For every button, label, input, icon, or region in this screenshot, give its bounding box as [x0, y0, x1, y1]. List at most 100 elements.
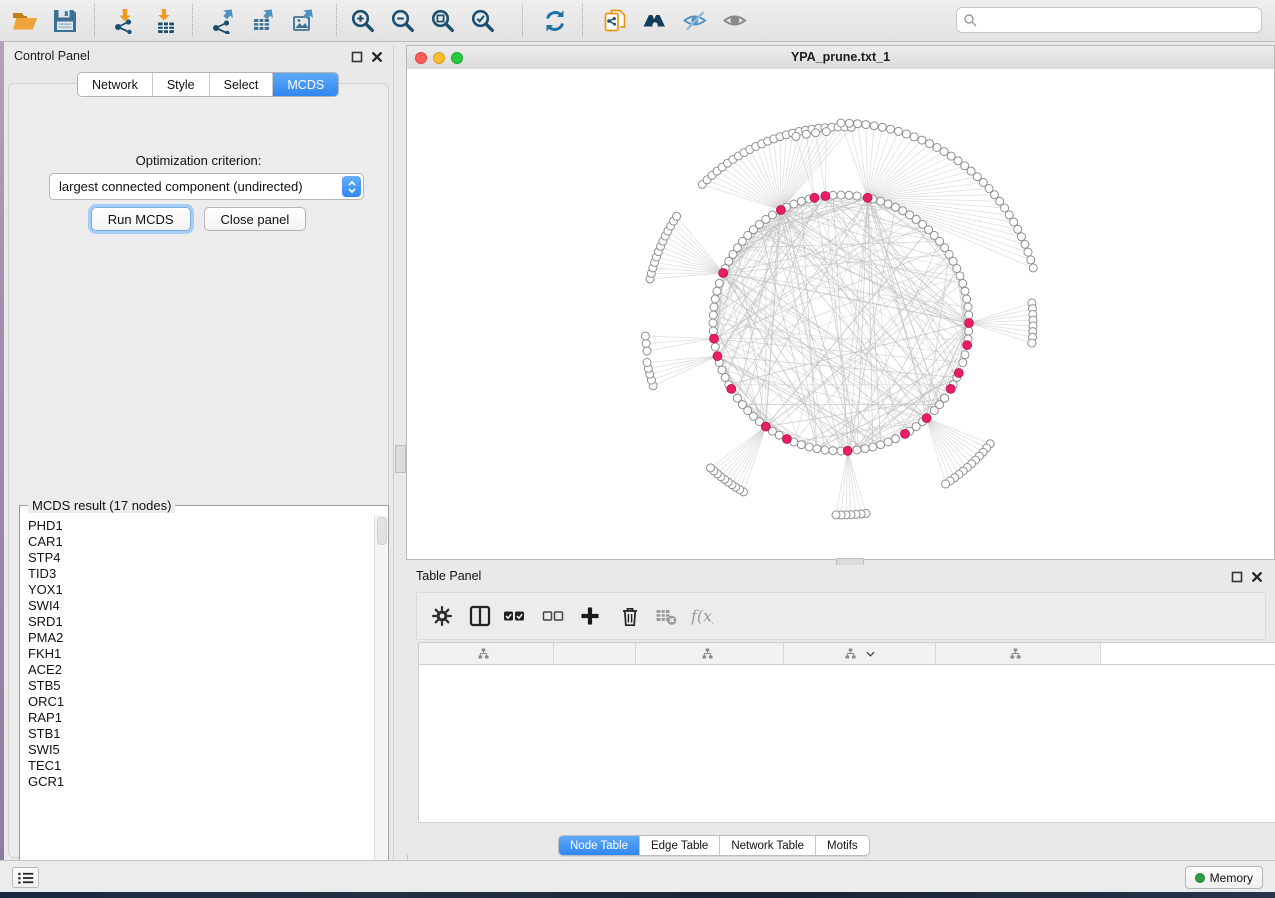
graph-ring-node[interactable]: [877, 441, 885, 449]
save-button[interactable]: [50, 6, 80, 36]
graph-hub-node[interactable]: [777, 206, 786, 215]
graph-ring-node[interactable]: [797, 197, 805, 205]
graph-hub-node[interactable]: [719, 269, 728, 278]
graph-ring-node[interactable]: [877, 197, 885, 205]
graph-leaf-node[interactable]: [918, 136, 926, 144]
network-graph[interactable]: [407, 69, 1274, 559]
add-row-button[interactable]: [579, 604, 605, 628]
mcds-result-item[interactable]: ORC1: [21, 694, 375, 710]
graph-leaf-node[interactable]: [1014, 225, 1022, 233]
mcds-result-item[interactable]: ACE2: [21, 662, 375, 678]
graph-ring-node[interactable]: [845, 191, 853, 199]
graph-leaf-node[interactable]: [862, 121, 870, 129]
mcds-result-item[interactable]: STB5: [21, 678, 375, 694]
graph-ring-node[interactable]: [718, 366, 726, 374]
column-header-name[interactable]: [554, 643, 636, 664]
graph-leaf-node[interactable]: [1017, 233, 1025, 241]
tab-mcds[interactable]: MCDS: [273, 73, 338, 96]
graph-leaf-node[interactable]: [1024, 248, 1032, 256]
table-row[interactable]: [419, 697, 1275, 713]
graph-hub-node[interactable]: [965, 319, 974, 328]
column-header-successor-nodes[interactable]: [784, 643, 936, 664]
tab-edge-table[interactable]: Edge Table: [640, 836, 720, 855]
delete-row-button[interactable]: [619, 604, 645, 628]
mcds-result-list[interactable]: PHD1CAR1STP4TID3YOX1SWI4SRD1PMA2FKH1ACE2…: [21, 515, 375, 876]
table-row[interactable]: [419, 777, 1275, 793]
graph-ring-node[interactable]: [959, 359, 967, 367]
zoom-selected-button[interactable]: [468, 6, 498, 36]
tab-network[interactable]: Network: [78, 73, 153, 96]
binoculars-button[interactable]: [640, 6, 670, 36]
graph-hub-node[interactable]: [810, 193, 819, 202]
graph-ring-node[interactable]: [964, 303, 972, 311]
mcds-result-item[interactable]: STB1: [21, 726, 375, 742]
table-row[interactable]: [419, 809, 1275, 825]
graph-leaf-node[interactable]: [1028, 339, 1036, 347]
mcds-result-item[interactable]: YOX1: [21, 582, 375, 598]
graph-ring-node[interactable]: [884, 438, 892, 446]
graph-leaf-node[interactable]: [643, 359, 651, 367]
graph-ring-node[interactable]: [709, 319, 717, 327]
import-network-button[interactable]: [110, 6, 140, 36]
table-row[interactable]: [419, 729, 1275, 745]
graph-leaf-node[interactable]: [707, 464, 715, 472]
graph-ring-node[interactable]: [892, 435, 900, 443]
tab-style[interactable]: Style: [153, 73, 210, 96]
graph-leaf-node[interactable]: [802, 130, 810, 138]
graph-leaf-node[interactable]: [642, 340, 650, 348]
graph-ring-node[interactable]: [956, 272, 964, 280]
graph-leaf-node[interactable]: [878, 123, 886, 131]
graph-hub-node[interactable]: [761, 422, 770, 431]
mcds-result-item[interactable]: SWI5: [21, 742, 375, 758]
table-options-gear-button[interactable]: [431, 604, 457, 628]
export-image-button[interactable]: [290, 6, 320, 36]
memory-button[interactable]: Memory: [1185, 866, 1263, 889]
graph-leaf-node[interactable]: [845, 119, 853, 127]
graph-hub-node[interactable]: [713, 352, 722, 361]
criterion-dropdown[interactable]: largest connected component (undirected): [49, 173, 364, 200]
graph-leaf-node[interactable]: [832, 511, 840, 519]
mcds-result-item[interactable]: SWI4: [21, 598, 375, 614]
graph-ring-node[interactable]: [963, 295, 971, 303]
network-canvas[interactable]: [407, 69, 1274, 559]
graph-ring-node[interactable]: [821, 446, 829, 454]
graph-ring-node[interactable]: [884, 200, 892, 208]
table-panel-close-button[interactable]: [1251, 570, 1265, 584]
graph-hub-node[interactable]: [821, 192, 830, 201]
graph-leaf-node[interactable]: [641, 332, 649, 340]
table-row[interactable]: [419, 665, 1275, 681]
graph-leaf-node[interactable]: [902, 130, 910, 138]
graph-hub-node[interactable]: [843, 446, 852, 455]
graph-leaf-node[interactable]: [870, 122, 878, 130]
graph-hub-node[interactable]: [783, 435, 792, 444]
table-row[interactable]: [419, 793, 1275, 809]
graph-leaf-node[interactable]: [792, 132, 800, 140]
import-table-button[interactable]: [150, 6, 180, 36]
graph-ring-node[interactable]: [930, 407, 938, 415]
graph-hub-node[interactable]: [954, 369, 963, 378]
tab-network-table[interactable]: Network Table: [720, 836, 816, 855]
graph-ring-node[interactable]: [953, 265, 961, 273]
graph-ring-node[interactable]: [721, 374, 729, 382]
column-header-MCDS-role[interactable]: [636, 643, 784, 664]
search-field[interactable]: [956, 7, 1262, 33]
tab-select[interactable]: Select: [210, 73, 274, 96]
graph-leaf-node[interactable]: [1027, 256, 1035, 264]
mcds-scrollbar-thumb[interactable]: [377, 517, 387, 545]
open-button[interactable]: [10, 6, 40, 36]
graph-ring-node[interactable]: [805, 443, 813, 451]
refresh-button[interactable]: [540, 6, 570, 36]
table-panel-float-button[interactable]: [1231, 570, 1245, 584]
mcds-result-item[interactable]: PHD1: [21, 518, 375, 534]
tab-node-table[interactable]: Node Table: [559, 836, 640, 855]
mcds-result-item[interactable]: STP4: [21, 550, 375, 566]
mcds-result-item[interactable]: TID3: [21, 566, 375, 582]
graph-ring-node[interactable]: [869, 443, 877, 451]
graph-ring-node[interactable]: [790, 200, 798, 208]
graph-leaf-node[interactable]: [1010, 218, 1018, 226]
panel-list-button[interactable]: [12, 867, 39, 888]
graph-leaf-node[interactable]: [887, 125, 895, 133]
graph-leaf-node[interactable]: [1001, 204, 1009, 212]
graph-leaf-node[interactable]: [926, 140, 934, 148]
zoom-in-button[interactable]: [348, 6, 378, 36]
